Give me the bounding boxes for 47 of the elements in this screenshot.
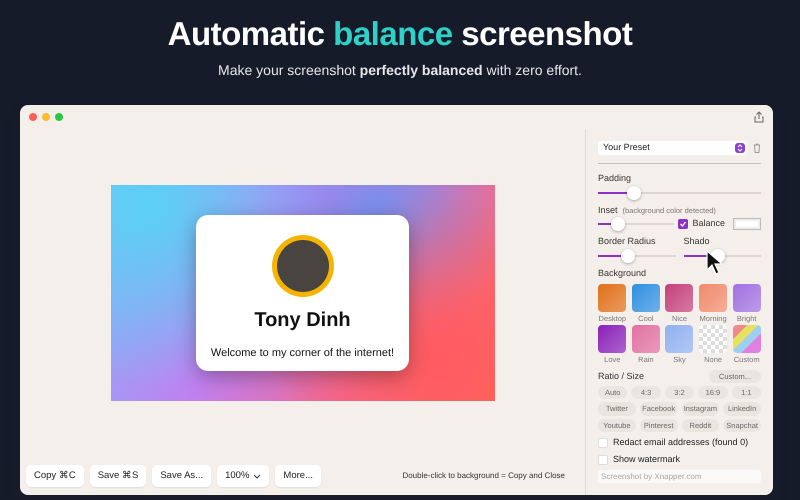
toolbar-button[interactable]: Save ⌘S	[90, 464, 146, 488]
background-swatch[interactable]	[598, 325, 626, 354]
section-label: Ratio / Size	[598, 370, 644, 382]
background-swatch[interactable]	[665, 284, 694, 312]
watermark-field[interactable]: Screenshot by Xnapper.com	[598, 470, 761, 483]
trash-icon	[753, 143, 761, 153]
subtitle: Make your screenshot perfectly balanced with zero effort.	[217, 61, 583, 80]
check-icon	[679, 220, 688, 228]
chevron-down-icon	[253, 474, 262, 478]
background-swatch[interactable]	[699, 284, 728, 312]
share-icon	[754, 111, 764, 123]
slider-thumb[interactable]	[610, 217, 625, 231]
checkbox[interactable]	[598, 438, 608, 448]
background-swatch[interactable]	[732, 284, 761, 312]
slider-thumb[interactable]	[621, 248, 636, 262]
color-well[interactable]	[733, 218, 761, 230]
toolbar-button[interactable]: More...	[275, 464, 321, 488]
toolbar-button[interactable]: Save As...	[152, 464, 212, 488]
mouse-cursor-icon	[705, 250, 723, 276]
profile-name: Tony Dinh	[254, 308, 351, 333]
section-label: Background	[598, 266, 648, 280]
background-swatch[interactable]	[598, 284, 626, 312]
checkbox[interactable]	[598, 455, 608, 465]
hint-text: Double-click to background = Copy and Close	[402, 470, 565, 482]
option-checkbox[interactable]: Show watermark	[598, 453, 761, 467]
close-button[interactable]	[29, 113, 37, 121]
balance-checkbox[interactable]: Balance	[678, 217, 725, 231]
slider-thumb[interactable]	[627, 186, 642, 200]
option-checkbox[interactable]: Redact email addresses (found 0)	[598, 436, 761, 450]
stepper-icon	[735, 143, 745, 153]
section-label: Padding	[598, 172, 632, 185]
headline: Automatic balance screenshot	[166, 16, 634, 52]
section-label: Border Radius	[598, 235, 657, 248]
background-swatch[interactable]	[632, 325, 660, 354]
section-label: Shado	[684, 235, 711, 248]
toolbar-button[interactable]: Copy ⌘C	[26, 464, 84, 488]
preset-select[interactable]: Your Preset	[598, 141, 747, 155]
minimize-button[interactable]	[42, 113, 50, 121]
background-swatch[interactable]	[665, 325, 694, 354]
background-swatch[interactable]	[699, 325, 728, 354]
checkbox[interactable]	[678, 219, 688, 229]
zoom-dropdown[interactable]: 100%	[217, 464, 270, 488]
section-label: Inset	[598, 204, 618, 216]
background-swatch[interactable]	[732, 325, 761, 354]
background-swatch[interactable]	[632, 284, 660, 312]
profile-tagline: Welcome to my corner of the internet!	[210, 346, 394, 361]
zoom-button[interactable]	[55, 113, 63, 121]
